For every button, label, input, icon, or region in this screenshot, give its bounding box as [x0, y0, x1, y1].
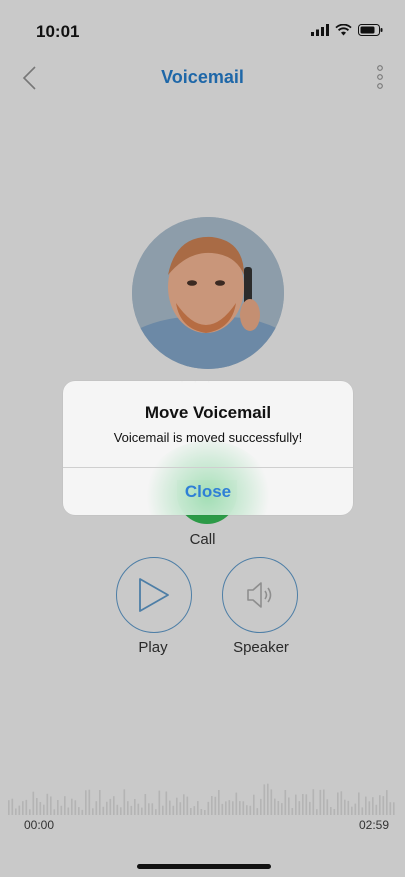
- voicemail-screen: 10:01 Voicemail Call Play Speaker 00:00 …: [0, 0, 405, 877]
- play-label: Play: [138, 639, 168, 656]
- play-button[interactable]: [116, 557, 192, 633]
- battery-icon: [358, 24, 383, 36]
- play-icon: [139, 578, 169, 612]
- speaker-icon: [247, 582, 272, 608]
- home-indicator[interactable]: [137, 864, 271, 869]
- call-label: Call: [189, 531, 216, 548]
- playback-start-time: 00:00: [24, 818, 55, 832]
- page-title: Voicemail: [161, 67, 244, 87]
- speaker-button[interactable]: [222, 557, 298, 633]
- signal-icon: [311, 24, 329, 36]
- avatar-photo: [132, 217, 284, 369]
- close-button[interactable]: Close: [63, 468, 353, 515]
- wifi-icon: [335, 24, 352, 36]
- status-icons: [311, 24, 383, 36]
- nav-bar: Voicemail: [0, 52, 405, 102]
- speaker-label: Speaker: [233, 639, 289, 656]
- status-bar: 10:01: [0, 0, 405, 52]
- avatar: [132, 217, 284, 369]
- audio-waveform[interactable]: [8, 775, 398, 815]
- move-voicemail-alert: Move Voicemail Voicemail is moved succes…: [63, 381, 353, 515]
- more-vertical-icon[interactable]: [375, 64, 385, 92]
- alert-title: Move Voicemail: [144, 403, 272, 422]
- status-time: 10:01: [36, 22, 80, 41]
- playback-end-time: 02:59: [358, 818, 389, 832]
